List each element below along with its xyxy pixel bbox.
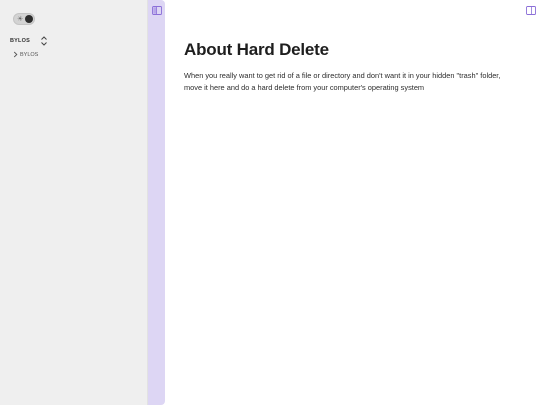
file-explorer-sidebar: ☀ BYLOS BYLOS [0, 0, 148, 405]
page-body: When you really want to get rid of a fil… [184, 71, 501, 92]
sidebar-left-icon[interactable] [152, 6, 162, 15]
note-content: About Hard Delete When you really want t… [184, 40, 514, 94]
app-window: ☀ BYLOS BYLOS About Hard Delete When you… [0, 0, 540, 405]
chevron-up-down-icon [41, 36, 47, 46]
sun-icon: ☀ [17, 16, 24, 23]
page-title: About Hard Delete [184, 40, 329, 59]
tree-item-label: BYLOS [20, 51, 39, 58]
chevron-right-icon [13, 51, 18, 58]
sidebar-right-icon[interactable] [526, 6, 536, 15]
tree-item-bylos[interactable]: BYLOS [13, 50, 38, 59]
vault-name: BYLOS [10, 38, 30, 44]
theme-toggle[interactable]: ☀ [13, 13, 35, 25]
left-panel-strip[interactable] [148, 0, 165, 405]
vault-switcher[interactable]: BYLOS [10, 35, 50, 47]
moon-icon [25, 15, 33, 23]
